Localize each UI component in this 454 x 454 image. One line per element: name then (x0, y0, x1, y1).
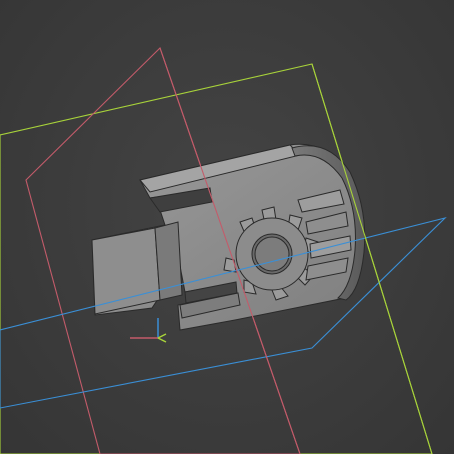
triad-y-axis (157, 333, 167, 339)
3d-viewport[interactable] (0, 0, 454, 454)
origin-triad (130, 318, 167, 343)
part-left-tab (91, 227, 161, 315)
triad-y-arrow (157, 337, 167, 343)
scene-canvas[interactable] (0, 0, 454, 454)
part-left-tab-side (154, 221, 183, 301)
gear-hub-part[interactable] (91, 143, 366, 331)
